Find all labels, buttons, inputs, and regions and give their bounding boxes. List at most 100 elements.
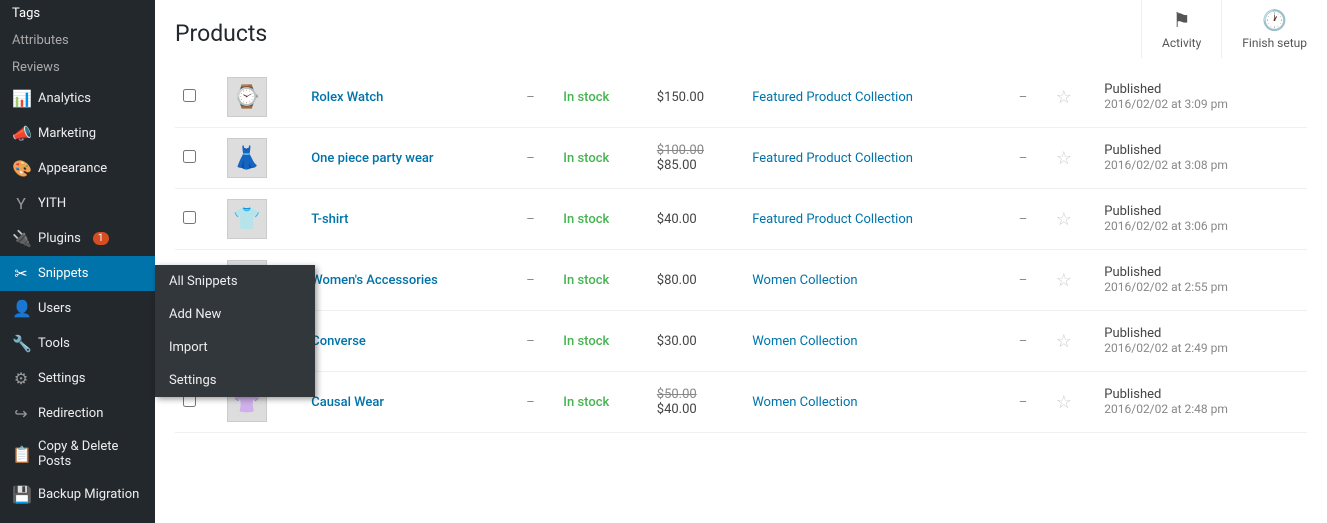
product-name[interactable]: One piece party wear	[311, 151, 433, 166]
status-date: 2016/02/02 at 3:09 pm	[1104, 97, 1228, 111]
submenu-add-new[interactable]: Add New	[155, 298, 315, 331]
stock-status: In stock	[563, 395, 609, 410]
table-row: ⌚Rolex Watch–In stock$150.00Featured Pro…	[175, 67, 1307, 128]
sidebar: Tags Attributes Reviews 📊 Analytics 📣 Ma…	[0, 0, 155, 523]
sidebar-item-plugins[interactable]: 🔌 Plugins 1	[0, 221, 155, 256]
appearance-icon: 🎨	[12, 159, 30, 178]
product-name[interactable]: Converse	[311, 334, 366, 349]
status-date: 2016/02/02 at 2:55 pm	[1104, 280, 1228, 294]
tools-icon: 🔧	[12, 334, 30, 353]
copy-icon: 📋	[12, 445, 30, 464]
product-name[interactable]: Rolex Watch	[311, 90, 383, 105]
product-dash: –	[526, 90, 535, 105]
star-icon[interactable]: ☆	[1056, 87, 1072, 108]
plugins-icon: 🔌	[12, 229, 30, 248]
stock-status: In stock	[563, 90, 609, 105]
product-price: $40.00	[657, 212, 697, 227]
snippets-icon: ✂	[12, 264, 30, 283]
finish-setup-label: Finish setup	[1242, 36, 1307, 50]
sidebar-item-redirection[interactable]: ↪ Redirection	[0, 396, 155, 431]
star-icon[interactable]: ☆	[1056, 331, 1072, 352]
snippets-submenu: All Snippets Add New Import Settings	[155, 265, 315, 397]
table-row: 👜Women's Accessories–In stock$80.00Women…	[175, 250, 1307, 311]
product-name[interactable]: Causal Wear	[311, 395, 384, 410]
sidebar-item-yith[interactable]: Y YITH	[0, 186, 155, 221]
sidebar-item-snippets[interactable]: ✂ Snippets	[0, 256, 155, 291]
product-category[interactable]: Women Collection	[752, 334, 857, 349]
row-checkbox[interactable]	[183, 150, 196, 163]
row-checkbox[interactable]	[183, 211, 196, 224]
sidebar-item-settings[interactable]: ⚙ Settings	[0, 361, 155, 396]
submenu-all-snippets[interactable]: All Snippets	[155, 265, 315, 298]
product-extra: –	[1019, 334, 1028, 349]
status-date: 2016/02/02 at 3:06 pm	[1104, 219, 1228, 233]
product-status: Published 2016/02/02 at 2:55 pm	[1104, 265, 1299, 295]
sidebar-item-reviews[interactable]: Reviews	[0, 54, 155, 81]
product-price: $80.00	[657, 273, 697, 288]
submenu-import[interactable]: Import	[155, 331, 315, 364]
star-icon[interactable]: ☆	[1056, 148, 1072, 169]
product-status: Published 2016/02/02 at 2:48 pm	[1104, 387, 1299, 417]
products-content: ⌚Rolex Watch–In stock$150.00Featured Pro…	[155, 67, 1327, 433]
status-label: Published	[1104, 204, 1161, 219]
status-label: Published	[1104, 387, 1161, 402]
yith-icon: Y	[12, 194, 30, 213]
product-category[interactable]: Featured Product Collection	[752, 212, 913, 227]
sidebar-item-tags[interactable]: Tags	[0, 0, 155, 27]
product-price: $30.00	[657, 334, 697, 349]
topbar: ⚑ Activity 🕐 Finish setup	[1141, 0, 1327, 58]
product-extra: –	[1019, 151, 1028, 166]
status-date: 2016/02/02 at 2:48 pm	[1104, 402, 1228, 416]
star-icon[interactable]: ☆	[1056, 392, 1072, 413]
sidebar-item-attributes[interactable]: Attributes	[0, 27, 155, 54]
product-status: Published 2016/02/02 at 2:49 pm	[1104, 326, 1299, 356]
settings-icon: ⚙	[12, 369, 30, 388]
product-dash: –	[526, 212, 535, 227]
product-category[interactable]: Featured Product Collection	[752, 90, 913, 105]
redirection-icon: ↪	[12, 404, 30, 423]
activity-label: Activity	[1162, 36, 1201, 50]
backup-icon: 💾	[12, 485, 30, 504]
sidebar-item-users[interactable]: 👤 Users	[0, 291, 155, 326]
marketing-icon: 📣	[12, 124, 30, 143]
page-title: Products	[175, 20, 1307, 47]
product-thumbnail: 👗	[227, 138, 267, 178]
product-name[interactable]: Women's Accessories	[311, 273, 438, 288]
sidebar-item-tools[interactable]: 🔧 Tools	[0, 326, 155, 361]
product-status: Published 2016/02/02 at 3:08 pm	[1104, 143, 1299, 173]
product-status: Published 2016/02/02 at 3:09 pm	[1104, 82, 1299, 112]
star-icon[interactable]: ☆	[1056, 270, 1072, 291]
status-label: Published	[1104, 143, 1161, 158]
status-label: Published	[1104, 326, 1161, 341]
stock-status: In stock	[563, 212, 609, 227]
stock-status: In stock	[563, 334, 609, 349]
product-category[interactable]: Featured Product Collection	[752, 151, 913, 166]
product-extra: –	[1019, 273, 1028, 288]
product-extra: –	[1019, 90, 1028, 105]
product-category[interactable]: Women Collection	[752, 273, 857, 288]
analytics-icon: 📊	[12, 89, 30, 108]
star-icon[interactable]: ☆	[1056, 209, 1072, 230]
sidebar-item-backup-migration[interactable]: 💾 Backup Migration	[0, 477, 155, 512]
price-original: $50.00	[657, 387, 736, 402]
topbar-finish-setup[interactable]: 🕐 Finish setup	[1221, 0, 1327, 58]
product-dash: –	[526, 151, 535, 166]
product-category[interactable]: Women Collection	[752, 395, 857, 410]
stock-status: In stock	[563, 151, 609, 166]
row-checkbox[interactable]	[183, 89, 196, 102]
price-original: $100.00	[657, 143, 736, 158]
topbar-activity[interactable]: ⚑ Activity	[1141, 0, 1221, 58]
submenu-settings[interactable]: Settings	[155, 364, 315, 397]
product-thumbnail: 👕	[227, 199, 267, 239]
sidebar-item-appearance[interactable]: 🎨 Appearance	[0, 151, 155, 186]
activity-icon: ⚑	[1173, 8, 1191, 32]
table-row: 👚Causal Wear–In stock $50.00 $40.00 Wome…	[175, 372, 1307, 433]
product-price: $50.00 $40.00	[657, 387, 736, 417]
sidebar-item-copy-delete[interactable]: 📋 Copy & Delete Posts	[0, 431, 155, 477]
sidebar-item-analytics[interactable]: 📊 Analytics	[0, 81, 155, 116]
product-price: $150.00	[657, 90, 704, 105]
sidebar-item-marketing[interactable]: 📣 Marketing	[0, 116, 155, 151]
product-name[interactable]: T-shirt	[311, 212, 348, 227]
plugins-badge: 1	[93, 232, 109, 245]
main-content: ⚑ Activity 🕐 Finish setup Products ⌚Role…	[155, 0, 1327, 523]
